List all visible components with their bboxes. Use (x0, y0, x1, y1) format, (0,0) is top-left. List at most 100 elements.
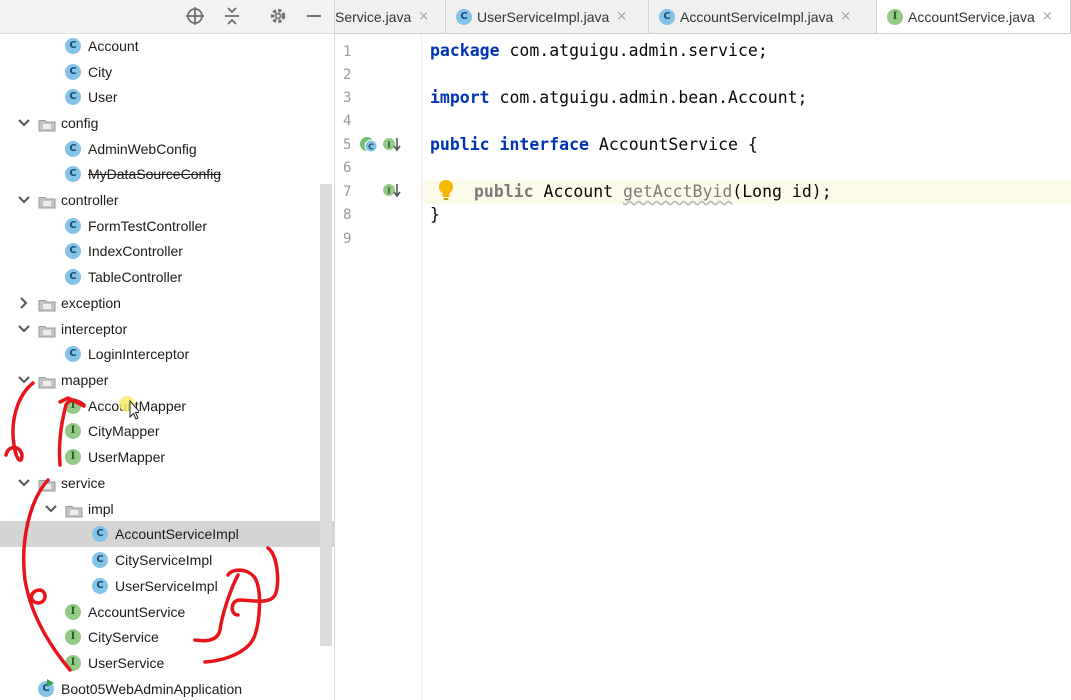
tree-item-tablecontroller[interactable]: C TableController (0, 264, 334, 290)
gear-icon (270, 8, 286, 24)
package-folder-icon (38, 374, 56, 389)
chevron-down-icon[interactable] (44, 502, 58, 516)
close-icon[interactable]: × (840, 9, 851, 24)
package-folder-icon (38, 323, 56, 338)
tree-item-label: controller (61, 192, 119, 208)
code-keyword: public (430, 135, 490, 154)
tree-scrollbar[interactable] (320, 184, 332, 646)
code-text: Account (533, 182, 624, 201)
editor-tab-bar: Service.java × C UserServiceImpl.java × C Acco… (335, 0, 1071, 34)
svg-text:I: I (387, 186, 391, 196)
collapse-all-button[interactable] (220, 4, 244, 28)
lightbulb-icon[interactable] (436, 178, 456, 202)
package-folder-icon (65, 503, 83, 518)
tab-label: AccountService.java (908, 8, 1035, 25)
tree-item-label: impl (88, 501, 114, 517)
tree-item-boot05webadminapplication[interactable]: C Boot05WebAdminApplication (0, 676, 334, 700)
settings-button[interactable] (266, 4, 290, 28)
code-editor[interactable]: package com.atguigu.admin.service; impor… (422, 34, 1071, 700)
close-icon[interactable]: × (418, 9, 429, 24)
tree-item-account[interactable]: C Account (0, 33, 334, 59)
class-icon: C (92, 526, 108, 542)
chevron-down-icon[interactable] (17, 476, 31, 490)
tree-item-adminwebconfig[interactable]: C AdminWebConfig (0, 136, 334, 162)
line-number: 6 (343, 160, 352, 176)
class-icon: C (456, 8, 472, 25)
tree-item-label: UserService (88, 655, 165, 671)
locate-file-button[interactable] (183, 4, 207, 28)
class-icon: C (65, 218, 81, 234)
tab-accountservice-java[interactable]: I AccountService.java × (877, 0, 1071, 33)
interface-icon: I (65, 423, 81, 439)
close-icon[interactable]: × (616, 9, 627, 24)
tree-item-impl[interactable]: impl (0, 496, 334, 522)
interface-icon: I (65, 398, 81, 414)
hide-panel-button[interactable] (302, 4, 326, 28)
tree-item-mapper[interactable]: mapper (0, 367, 334, 393)
code-text: } (430, 205, 440, 224)
class-icon: C (65, 269, 81, 285)
tree-item-user[interactable]: C User (0, 84, 334, 110)
package-folder-icon (38, 297, 56, 312)
chevron-down-icon[interactable] (17, 373, 31, 387)
tree-item-label: AccountServiceImpl (115, 526, 239, 542)
chevron-down-icon[interactable] (17, 322, 31, 336)
tab-accountserviceimpl-java[interactable]: C AccountServiceImpl.java × (649, 0, 877, 33)
tree-item-citymapper[interactable]: I CityMapper (0, 418, 334, 444)
svg-text:C: C (368, 143, 374, 152)
tree-item-city[interactable]: C City (0, 59, 334, 85)
tree-item-exception[interactable]: exception (0, 290, 334, 316)
tree-item-indexcontroller[interactable]: C IndexController (0, 238, 334, 264)
tree-item-config[interactable]: config (0, 110, 334, 136)
line-number: 5 (343, 137, 352, 153)
line-number: 3 (343, 90, 352, 106)
chevron-down-icon[interactable] (17, 193, 31, 207)
tree-item-logininterceptor[interactable]: C LoginInterceptor (0, 341, 334, 367)
tree-item-mydatasourceconfig[interactable]: C MyDataSourceConfig (0, 161, 334, 187)
chevron-down-icon[interactable] (17, 116, 31, 130)
interface-icon: I (887, 8, 903, 25)
tree-item-label: CityMapper (88, 423, 160, 439)
tab-service-java[interactable]: Service.java × (335, 0, 446, 33)
class-icon: C (65, 38, 81, 54)
tab-userserviceimpl-java[interactable]: C UserServiceImpl.java × (446, 0, 649, 33)
interface-icon: I (65, 449, 81, 465)
tree-item-userserviceimpl[interactable]: C UserServiceImpl (0, 573, 334, 599)
tree-item-formtestcontroller[interactable]: C FormTestController (0, 213, 334, 239)
tree-item-usermapper[interactable]: I UserMapper (0, 444, 334, 470)
mouse-cursor-icon (119, 396, 142, 420)
class-icon: C (65, 346, 81, 362)
close-icon[interactable]: × (1042, 9, 1053, 24)
tree-item-controller[interactable]: controller (0, 187, 334, 213)
class-icon: C (92, 552, 108, 568)
tree-item-label: exception (61, 295, 121, 311)
line-number: 8 (343, 207, 352, 223)
code-keyword: public (474, 182, 534, 201)
method-implementations-gutter-icon[interactable]: I (382, 181, 402, 201)
tree-item-accountmapper[interactable]: I AccountMapper (0, 393, 334, 419)
tree-item-accountservice[interactable]: I AccountService (0, 599, 334, 625)
tab-label: AccountServiceImpl.java (680, 8, 834, 25)
tree-item-label: interceptor (61, 321, 128, 337)
tree-item-userservice[interactable]: I UserService (0, 650, 334, 676)
class-icon: C (92, 578, 108, 594)
tree-item-interceptor[interactable]: interceptor (0, 316, 334, 342)
tree-item-label: AdminWebConfig (88, 141, 197, 157)
tree-item-cityservice[interactable]: I CityService (0, 624, 334, 650)
code-text: com.atguigu.admin.bean.Account; (489, 88, 808, 107)
tree-item-label: IndexController (88, 243, 183, 259)
tree-item-label: Boot05WebAdminApplication (61, 681, 243, 697)
tree-item-cityserviceimpl[interactable]: C CityServiceImpl (0, 547, 334, 573)
code-keyword: import (430, 88, 490, 107)
tree-item-service[interactable]: service (0, 470, 334, 496)
code-line-8: } (430, 203, 440, 226)
tree-item-label: City (88, 64, 113, 80)
tree-item-accountserviceimpl[interactable]: C AccountServiceImpl (0, 521, 334, 547)
tree-item-label: User (88, 89, 118, 105)
interface-icon: I (65, 629, 81, 645)
interface-method-gutter-icon[interactable]: I (382, 135, 402, 155)
run-marker-icon (47, 679, 54, 687)
code-line-5: public interface AccountService { (430, 133, 758, 156)
implementations-gutter-icon[interactable]: C (359, 135, 381, 155)
chevron-right-icon[interactable] (17, 296, 31, 310)
